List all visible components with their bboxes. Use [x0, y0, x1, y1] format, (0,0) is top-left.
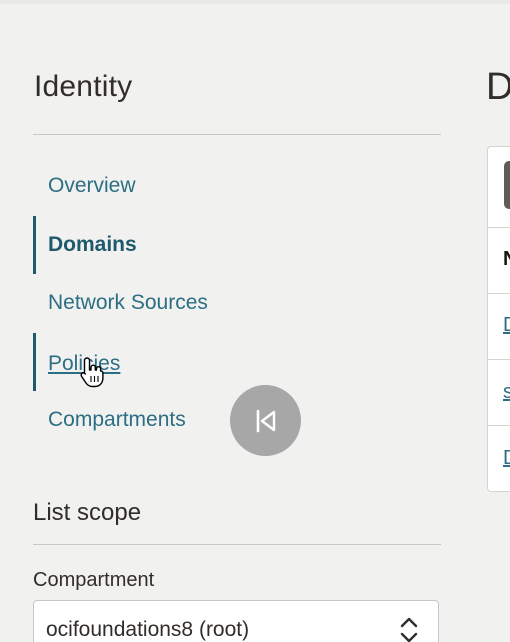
divider: [33, 134, 441, 135]
table-divider: [488, 227, 510, 228]
chevron-up-down-icon: [400, 617, 418, 642]
compartment-label: Compartment: [33, 569, 155, 591]
nav-item-network-sources[interactable]: Network Sources: [33, 282, 233, 324]
table-header-name: N: [503, 248, 510, 271]
nav-item-domains[interactable]: Domains: [33, 216, 233, 274]
hand-pointer-icon: [80, 357, 104, 388]
skip-back-icon: [256, 409, 275, 432]
nav-item-overview[interactable]: Overview: [33, 165, 233, 207]
list-scope-title: List scope: [33, 499, 142, 526]
nav-item-policies[interactable]: Policies: [33, 333, 233, 391]
table-divider: [488, 359, 510, 360]
create-button[interactable]: [504, 161, 510, 209]
nav-item-compartments[interactable]: Compartments: [33, 399, 233, 441]
table-divider: [488, 293, 510, 294]
sidebar-title: Identity: [34, 70, 133, 103]
nav-item-label: Network Sources: [48, 291, 208, 314]
divider: [33, 544, 441, 545]
table-row-link[interactable]: D: [503, 447, 510, 470]
skip-back-button[interactable]: [230, 385, 301, 456]
page: Identity Overview Domains Network Source…: [0, 0, 510, 642]
main-page-title: D: [486, 66, 510, 108]
nav-item-label: Compartments: [48, 408, 186, 431]
table-divider: [488, 425, 510, 426]
table-row-link[interactable]: s: [503, 381, 510, 404]
sidebar: Identity Overview Domains Network Source…: [0, 0, 470, 642]
compartment-select[interactable]: ocifoundations8 (root): [33, 600, 439, 642]
table-row-link[interactable]: D: [503, 314, 510, 337]
nav-item-label: Domains: [48, 233, 137, 256]
nav-item-label: Overview: [48, 174, 136, 197]
compartment-select-value: ocifoundations8 (root): [46, 618, 250, 641]
